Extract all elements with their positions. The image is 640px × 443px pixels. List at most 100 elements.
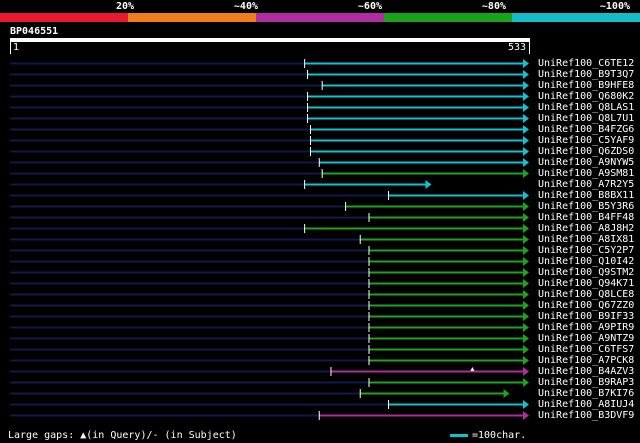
hit-row[interactable]: UniRef100_A7R2Y5 xyxy=(0,179,640,190)
alignment-arrow xyxy=(523,158,529,167)
alignment-arrow xyxy=(523,279,529,288)
hit-row[interactable]: UniRef100_Q94K71 xyxy=(0,278,640,289)
alignment-arrow xyxy=(523,59,529,68)
hit-name[interactable]: UniRef100_B9IF33 xyxy=(538,311,634,322)
hit-row[interactable]: UniRef100_Q8LAS1 xyxy=(0,102,640,113)
legend-band-1 xyxy=(0,13,128,22)
alignment-arrow xyxy=(523,356,529,365)
hit-row[interactable]: UniRef100_Q680K2 xyxy=(0,91,640,102)
hit-row[interactable]: UniRef100_A8IUJ4 xyxy=(0,399,640,410)
hit-name[interactable]: UniRef100_Q6ZDS0 xyxy=(538,146,634,157)
hit-row[interactable]: UniRef100_B9IF33 xyxy=(0,311,640,322)
hit-row[interactable]: UniRef100_B9HFE8 xyxy=(0,80,640,91)
hit-name[interactable]: UniRef100_A8IX81 xyxy=(538,234,634,245)
hit-name[interactable]: UniRef100_C5YAF9 xyxy=(538,135,634,146)
hit-row[interactable]: UniRef100_B7KI76 xyxy=(0,388,640,399)
alignment-arrow xyxy=(523,290,529,299)
alignment-arrow xyxy=(523,191,529,200)
hit-name[interactable]: UniRef100_A7R2Y5 xyxy=(538,179,634,190)
hit-name[interactable]: UniRef100_A8J8H2 xyxy=(538,223,634,234)
alignment-arrow xyxy=(523,70,529,79)
hit-name[interactable]: UniRef100_C6TFS7 xyxy=(538,344,634,355)
alignment-arrow xyxy=(523,224,529,233)
hit-row[interactable]: UniRef100_Q8LCE8 xyxy=(0,289,640,300)
alignment-arrow xyxy=(523,411,529,420)
query-start-tick xyxy=(10,42,11,54)
hit-row[interactable]: UniRef100_C5Y2P7 xyxy=(0,245,640,256)
alignment-arrow xyxy=(523,92,529,101)
hit-name[interactable]: UniRef100_B4FZG6 xyxy=(538,124,634,135)
hit-name[interactable]: UniRef100_Q94K71 xyxy=(538,278,634,289)
hit-row[interactable]: UniRef100_B3DVF9 xyxy=(0,410,640,421)
hit-row[interactable]: UniRef100_C6TFS7 xyxy=(0,344,640,355)
hit-row[interactable]: UniRef100_B5Y3R6 xyxy=(0,201,640,212)
hit-name[interactable]: UniRef100_B9HFE8 xyxy=(538,80,634,91)
hit-row[interactable]: UniRef100_B9T3Q7 xyxy=(0,69,640,80)
hit-name[interactable]: UniRef100_A9SM81 xyxy=(538,168,634,179)
hit-row[interactable]: UniRef100_A9PIR9 xyxy=(0,322,640,333)
alignment-arrow xyxy=(523,235,529,244)
hit-name[interactable]: UniRef100_Q9STM2 xyxy=(538,267,634,278)
hit-row[interactable]: UniRef100_Q67ZZ0 xyxy=(0,300,640,311)
alignment-arrow xyxy=(523,334,529,343)
alignment-arrow xyxy=(523,136,529,145)
hit-name[interactable]: UniRef100_B9RAP3 xyxy=(538,377,634,388)
hit-row[interactable]: UniRef100_A8J8H2 xyxy=(0,223,640,234)
alignment-arrow xyxy=(503,389,510,398)
alignment-arrow xyxy=(425,180,432,189)
hit-row[interactable]: UniRef100_A9NYW5 xyxy=(0,157,640,168)
hit-name[interactable]: UniRef100_Q67ZZ0 xyxy=(538,300,634,311)
hit-row[interactable]: UniRef100_A9SM81 xyxy=(0,168,640,179)
alignment-arrow xyxy=(523,400,529,409)
hit-name[interactable]: UniRef100_Q8L7U1 xyxy=(538,113,634,124)
alignment-arrow xyxy=(523,312,529,321)
hit-list: UniRef100_C6TE12 UniRef100_B9T3Q7 UniRef10… xyxy=(0,58,640,423)
hit-name[interactable]: UniRef100_Q8LCE8 xyxy=(538,289,634,300)
hit-row[interactable]: UniRef100_B4FZG6 xyxy=(0,124,640,135)
query-start-label: 1 xyxy=(13,42,20,53)
hit-row[interactable]: UniRef100_Q9STM2 xyxy=(0,267,640,278)
alignment-arrow xyxy=(523,169,529,178)
hit-row[interactable]: UniRef100_C5YAF9 xyxy=(0,135,640,146)
hit-name[interactable]: UniRef100_B9T3Q7 xyxy=(538,69,634,80)
alignment-arrow xyxy=(523,246,529,255)
hit-row[interactable]: UniRef100_Q8L7U1 xyxy=(0,113,640,124)
hit-name[interactable]: UniRef100_B4FF48 xyxy=(538,212,634,223)
hit-name[interactable]: UniRef100_C5Y2P7 xyxy=(538,245,634,256)
legend-label-4: ~80% xyxy=(481,1,506,12)
query-bar xyxy=(10,38,530,42)
hit-row[interactable]: UniRef100_A8IX81 xyxy=(0,234,640,245)
hit-name[interactable]: UniRef100_B8BX11 xyxy=(538,190,634,201)
hit-row[interactable]: UniRef100_C6TE12 xyxy=(0,58,640,69)
alignment-arrow xyxy=(523,213,529,222)
alignment-arrow xyxy=(523,202,529,211)
hit-name[interactable]: UniRef100_A9PIR9 xyxy=(538,322,634,333)
hit-name[interactable]: UniRef100_Q10I42 xyxy=(538,256,634,267)
hit-row[interactable]: UniRef100_B4FF48 xyxy=(0,212,640,223)
legend-band-4 xyxy=(384,13,512,22)
hit-row[interactable]: UniRef100_A9NTZ9 xyxy=(0,333,640,344)
alignment-arrow xyxy=(523,114,529,123)
alignment-arrow xyxy=(523,125,529,134)
hit-name[interactable]: UniRef100_A7PCK8 xyxy=(538,355,634,366)
hit-name[interactable]: UniRef100_A8IUJ4 xyxy=(538,399,634,410)
hit-name[interactable]: UniRef100_B7KI76 xyxy=(538,388,634,399)
legend-label-2: ~40% xyxy=(233,1,258,12)
legend-band-5 xyxy=(512,13,640,22)
hit-name[interactable]: UniRef100_A9NYW5 xyxy=(538,157,634,168)
hit-name[interactable]: UniRef100_B5Y3R6 xyxy=(538,201,634,212)
alignment-arrow xyxy=(523,147,529,156)
hit-row[interactable]: UniRef100_B9RAP3 xyxy=(0,377,640,388)
hit-row[interactable]: UniRef100_B8BX11 xyxy=(0,190,640,201)
hit-name[interactable]: UniRef100_Q680K2 xyxy=(538,91,634,102)
hit-row[interactable]: UniRef100_A7PCK8 xyxy=(0,355,640,366)
hit-name[interactable]: UniRef100_B3DVF9 xyxy=(538,410,634,421)
hit-row[interactable]: UniRef100_Q10I42 xyxy=(0,256,640,267)
hit-name[interactable]: UniRef100_A9NTZ9 xyxy=(538,333,634,344)
alignment-arrow xyxy=(523,81,529,90)
hit-name[interactable]: UniRef100_Q8LAS1 xyxy=(538,102,634,113)
hit-name[interactable]: UniRef100_B4AZV3 xyxy=(538,366,634,377)
hit-row[interactable]: UniRef100_Q6ZDS0 xyxy=(0,146,640,157)
hit-name[interactable]: UniRef100_C6TE12 xyxy=(538,58,634,69)
hit-row[interactable]: UniRef100_B4AZV3 xyxy=(0,366,640,377)
